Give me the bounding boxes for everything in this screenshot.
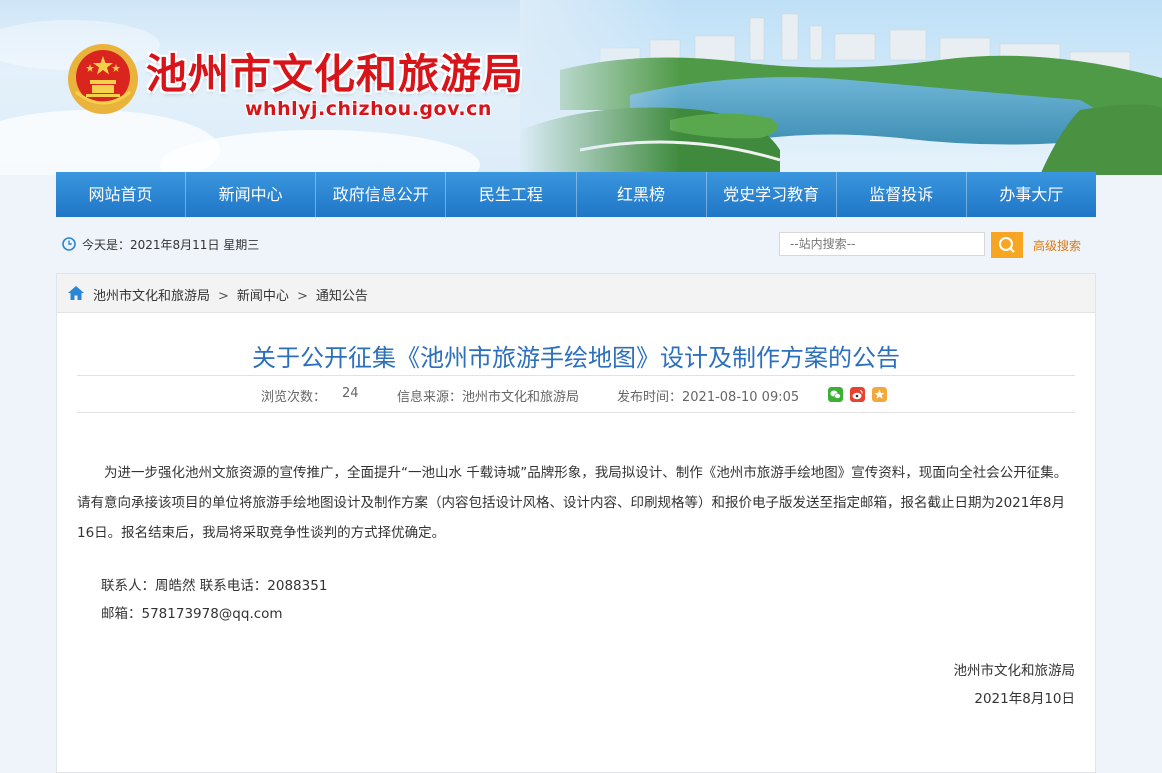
article-source: 信息来源：池州市文化和旅游局	[397, 390, 580, 405]
site-search-input[interactable]	[779, 232, 985, 256]
views-count: 24	[342, 386, 359, 401]
article-panel: 池州市文化和旅游局 > 新闻中心 > 通知公告 关于公开征集《池州市旅游手绘地图》设计及…	[56, 273, 1096, 773]
advanced-search-link[interactable]: 高级搜索	[1033, 237, 1081, 254]
nav-item-complaints[interactable]: 监督投诉	[837, 172, 967, 217]
nav-item-livelihood[interactable]: 民生工程	[446, 172, 577, 217]
nav-item-news[interactable]: 新闻中心	[186, 172, 317, 217]
info-bar: 今天是：2021年8月11日 星期三 高级搜索	[56, 226, 1096, 264]
wechat-share-icon[interactable]	[828, 387, 843, 402]
article-meta: 浏览次数： 24 信息来源：池州市文化和旅游局 发布时间：2021-08-10 …	[77, 375, 1075, 413]
nav-item-home[interactable]: 网站首页	[56, 172, 187, 217]
city-lake-scene-image	[520, 0, 1162, 175]
home-icon[interactable]	[67, 285, 85, 301]
site-url: whhlyj.chizhou.gov.cn	[245, 98, 492, 120]
contact-info: 联系人：周皓然 联系电话：2088351 邮箱：578173978@qq.com	[101, 572, 327, 628]
main-nav: 网站首页 新闻中心 政府信息公开 民生工程 红黑榜 党史学习教育 监督投诉 办事…	[56, 172, 1096, 217]
site-banner: 池州市文化和旅游局 whhlyj.chizhou.gov.cn	[0, 0, 1162, 175]
contact-email: 邮箱：578173978@qq.com	[101, 606, 283, 622]
breadcrumb-separator: >	[296, 289, 308, 304]
breadcrumb-separator: >	[218, 289, 229, 304]
current-date: 今天是：2021年8月11日 星期三	[82, 238, 260, 252]
clock-icon	[62, 237, 76, 251]
views-label: 浏览次数：	[261, 390, 327, 405]
signature-date: 2021年8月10日	[974, 691, 1075, 707]
search-icon	[999, 237, 1015, 253]
article-signature: 池州市文化和旅游局 2021年8月10日	[954, 657, 1076, 713]
nav-item-gov-info[interactable]: 政府信息公开	[316, 172, 447, 217]
breadcrumb: 池州市文化和旅游局 > 新闻中心 > 通知公告	[57, 274, 1095, 313]
nav-item-party-history[interactable]: 党史学习教育	[707, 172, 837, 217]
national-emblem-logo	[68, 44, 138, 114]
publish-time: 发布时间：2021-08-10 09:05	[617, 390, 800, 405]
contact-person-phone: 联系人：周皓然 联系电话：2088351	[101, 578, 328, 594]
article-paragraph: 为进一步强化池州文旅资源的宣传推广，全面提升“一池山水 千载诗城”品牌形象，我局…	[77, 465, 1068, 541]
breadcrumb-item-bureau[interactable]: 池州市文化和旅游局	[93, 289, 210, 304]
article-body: 为进一步强化池州文旅资源的宣传推广，全面提升“一池山水 千载诗城”品牌形象，我局…	[77, 458, 1075, 548]
signature-org: 池州市文化和旅游局	[953, 663, 1076, 679]
breadcrumb-item-notices[interactable]: 通知公告	[316, 289, 368, 304]
search-button[interactable]	[991, 232, 1023, 258]
site-title: 池州市文化和旅游局	[146, 50, 524, 98]
favorite-star-icon[interactable]	[872, 387, 887, 402]
weibo-share-icon[interactable]	[850, 387, 865, 402]
nav-item-red-black-list[interactable]: 红黑榜	[577, 172, 707, 217]
nav-item-service-hall[interactable]: 办事大厅	[967, 172, 1096, 217]
breadcrumb-item-news[interactable]: 新闻中心	[237, 289, 289, 304]
article-title: 关于公开征集《池州市旅游手绘地图》设计及制作方案的公告	[252, 344, 900, 372]
